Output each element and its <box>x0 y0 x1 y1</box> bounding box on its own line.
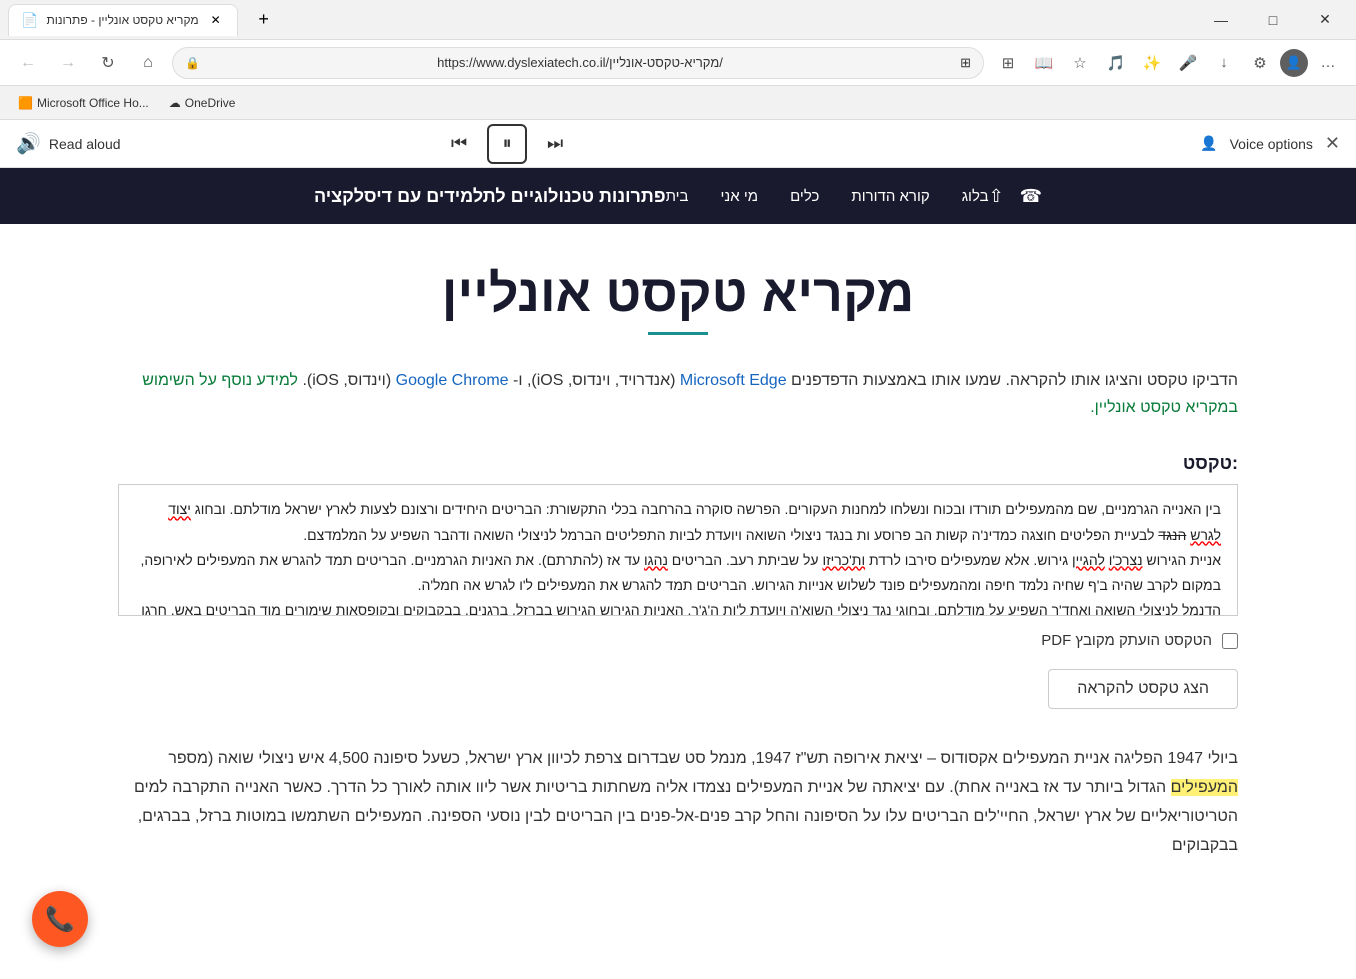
read-aloud-label: Read aloud <box>49 136 121 152</box>
article-text-after: הגדול ביותר עד אז באנייה אחת). עם יציאתה… <box>134 779 1238 854</box>
read-aloud-prev-button[interactable]: ⏮ <box>443 128 475 160</box>
strikethrough-word-1: הנגד <box>1158 527 1186 543</box>
title-bar: 📄 מקריא טקסט אונליין - פתרונות ✕ + — □ ✕ <box>0 0 1356 40</box>
collections-icon[interactable]: 🎵 <box>1100 47 1132 79</box>
section-label: :טקסט <box>118 453 1238 474</box>
new-tab-button[interactable]: + <box>250 6 278 34</box>
bookmark-office-label: Microsoft Office Ho... <box>37 96 149 110</box>
microphone-icon[interactable]: 🎤 <box>1172 47 1204 79</box>
settings-icon[interactable]: ⚙ <box>1244 47 1276 79</box>
nav-link-generations[interactable]: קורא הדורות <box>851 188 929 205</box>
nav-link-blog[interactable]: בלוג <box>962 188 989 205</box>
nav-link-about[interactable]: מי אני <box>721 188 759 205</box>
bookmark-onedrive[interactable]: ☁ OneDrive <box>163 94 242 112</box>
bookmark-office[interactable]: 🟧 Microsoft Office Ho... <box>12 94 155 112</box>
read-aloud-right: 👤 Voice options ✕ <box>1200 133 1340 154</box>
immersive-reader-icon[interactable]: 📖 <box>1028 47 1060 79</box>
phone-fab-button[interactable]: 📞 <box>32 891 88 947</box>
url-bar[interactable]: 🔒 https://www.dyslexiatech.co.il/מקריא-ט… <box>172 47 984 79</box>
share-nav-icon[interactable]: ⇧ <box>989 186 1004 207</box>
text-content-p3: הדנמל לניצולי השואה ואחד'ר השפיע על מודל… <box>135 598 1221 615</box>
read-aloud-left: 🔊 Read aloud <box>16 131 121 156</box>
url-text: https://www.dyslexiatech.co.il/מקריא-טקס… <box>208 55 952 70</box>
close-button[interactable]: ✕ <box>1302 5 1348 35</box>
bookmark-onedrive-label: OneDrive <box>185 96 236 110</box>
pdf-checkbox-label: הטקסט הועתק מקובץ PDF <box>1041 632 1212 649</box>
window-controls: — □ ✕ <box>1198 5 1348 35</box>
copilot-icon[interactable]: ✨ <box>1136 47 1168 79</box>
nav-link-tools[interactable]: כלים <box>790 188 819 205</box>
underlined-word-1: יצוד <box>168 501 191 517</box>
tab-title: מקריא טקסט אונליין - פתרונות <box>46 13 198 27</box>
nav-link-home[interactable]: בית <box>666 188 689 205</box>
text-content-p1: בין האנייה הגרמניים, שם מהמעפילים תורדו … <box>135 497 1221 547</box>
article-paragraph: ביולי 1947 הפליגה אניית המעפילים אקסודוס… <box>118 745 1238 860</box>
site-brand: פתרונות טכנולוגיים לתלמידים עם דיסלקציה <box>314 186 666 207</box>
underlined-word-3: נצרכ'ו <box>1109 552 1143 568</box>
read-aloud-icon: 🔊 <box>16 131 41 156</box>
article-text-before: ביולי 1947 הפליגה אניית המעפילים אקסודוס… <box>168 750 1238 767</box>
text-box-scroll[interactable]: בין האנייה הגרמניים, שם מהמעפילים תורדו … <box>119 485 1237 615</box>
voice-options-label[interactable]: Voice options <box>1230 136 1313 152</box>
intro-text-after-chrome: (וינדוס, iOS). <box>298 372 391 389</box>
read-aloud-bar: 🔊 Read aloud ⏮ ⏸ ⏭ 👤 Voice options ✕ <box>0 120 1356 168</box>
intro-text-mid: (אנדרויד, וינדוס, iOS), ו- <box>509 372 676 389</box>
extensions-icon[interactable]: ⊞ <box>992 47 1024 79</box>
microsoft-edge-link[interactable]: Microsoft Edge <box>680 372 787 389</box>
phone-nav-icon[interactable]: ☎ <box>1020 186 1042 207</box>
read-aloud-controls: ⏮ ⏸ ⏭ <box>443 124 571 164</box>
site-nav-links: בלוג קורא הדורות כלים מי אני בית <box>666 188 989 205</box>
refresh-button[interactable]: ↻ <box>92 47 124 79</box>
article-section: ביולי 1947 הפליגה אניית המעפילים אקסודוס… <box>118 745 1238 860</box>
browser-tab[interactable]: 📄 מקריא טקסט אונליין - פתרונות ✕ <box>8 4 238 36</box>
voice-options-icon: 👤 <box>1200 135 1217 152</box>
highlighted-word: המעפילים <box>1171 779 1238 796</box>
text-box-container[interactable]: בין האנייה הגרמניים, שם מהמעפילים תורדו … <box>118 484 1238 616</box>
intro-paragraph: הדביקו טקסט והציגו אותו להקראה. שמעו אות… <box>118 367 1238 421</box>
url-copy-icon: ⊞ <box>960 55 971 71</box>
phone-fab-icon: 📞 <box>45 905 75 934</box>
back-button[interactable]: ← <box>12 47 44 79</box>
save-icon[interactable]: ↓ <box>1208 47 1240 79</box>
show-text-button[interactable]: הצג טקסט להקראה <box>1048 669 1238 709</box>
pdf-checkbox-row: הטקסט הועתק מקובץ PDF <box>118 632 1238 649</box>
underlined-word-4: להגיין <box>1072 552 1105 568</box>
maximize-button[interactable]: □ <box>1250 5 1296 35</box>
underlined-word-5: ות'כריזו <box>822 552 865 568</box>
underlined-word-2: לגרש <box>1190 527 1221 543</box>
onedrive-icon: ☁ <box>169 96 181 110</box>
profile-icon[interactable]: 👤 <box>1280 49 1308 77</box>
site-navigation: ☎ ⇧ בלוג קורא הדורות כלים מי אני בית פתר… <box>0 168 1356 224</box>
site-nav-icons: ☎ ⇧ <box>989 186 1043 207</box>
tab-close-button[interactable]: ✕ <box>207 11 225 29</box>
read-aloud-play-button[interactable]: ⏸ <box>487 124 527 164</box>
tab-favicon: 📄 <box>21 12 38 29</box>
google-chrome-link[interactable]: Google Chrome <box>396 372 509 389</box>
main-content: מקריא טקסט אונליין הדביקו טקסט והציגו או… <box>38 224 1318 913</box>
pdf-checkbox[interactable] <box>1222 633 1238 649</box>
more-options-icon[interactable]: … <box>1312 47 1344 79</box>
office-icon: 🟧 <box>18 96 33 110</box>
title-underline <box>648 332 708 335</box>
forward-button[interactable]: → <box>52 47 84 79</box>
page-title: מקריא טקסט אונליין <box>118 264 1238 324</box>
home-button[interactable]: ⌂ <box>132 47 164 79</box>
text-content-p2: אניית הגירוש נצרכ'ו להגיין גירוש. אלא שמ… <box>135 548 1221 598</box>
favorites-icon[interactable]: ☆ <box>1064 47 1096 79</box>
address-bar: ← → ↻ ⌂ 🔒 https://www.dyslexiatech.co.il… <box>0 40 1356 86</box>
minimize-button[interactable]: — <box>1198 5 1244 35</box>
lock-icon: 🔒 <box>185 56 200 70</box>
underlined-word-6: נהגו <box>644 552 668 568</box>
read-aloud-close-button[interactable]: ✕ <box>1325 133 1340 154</box>
read-aloud-next-button[interactable]: ⏭ <box>539 128 571 160</box>
bookmarks-bar: 🟧 Microsoft Office Ho... ☁ OneDrive <box>0 86 1356 120</box>
toolbar-icons: ⊞ 📖 ☆ 🎵 ✨ 🎤 ↓ ⚙ 👤 … <box>992 47 1344 79</box>
intro-text-before-edge: הדביקו טקסט והציגו אותו להקראה. שמעו אות… <box>787 372 1238 389</box>
